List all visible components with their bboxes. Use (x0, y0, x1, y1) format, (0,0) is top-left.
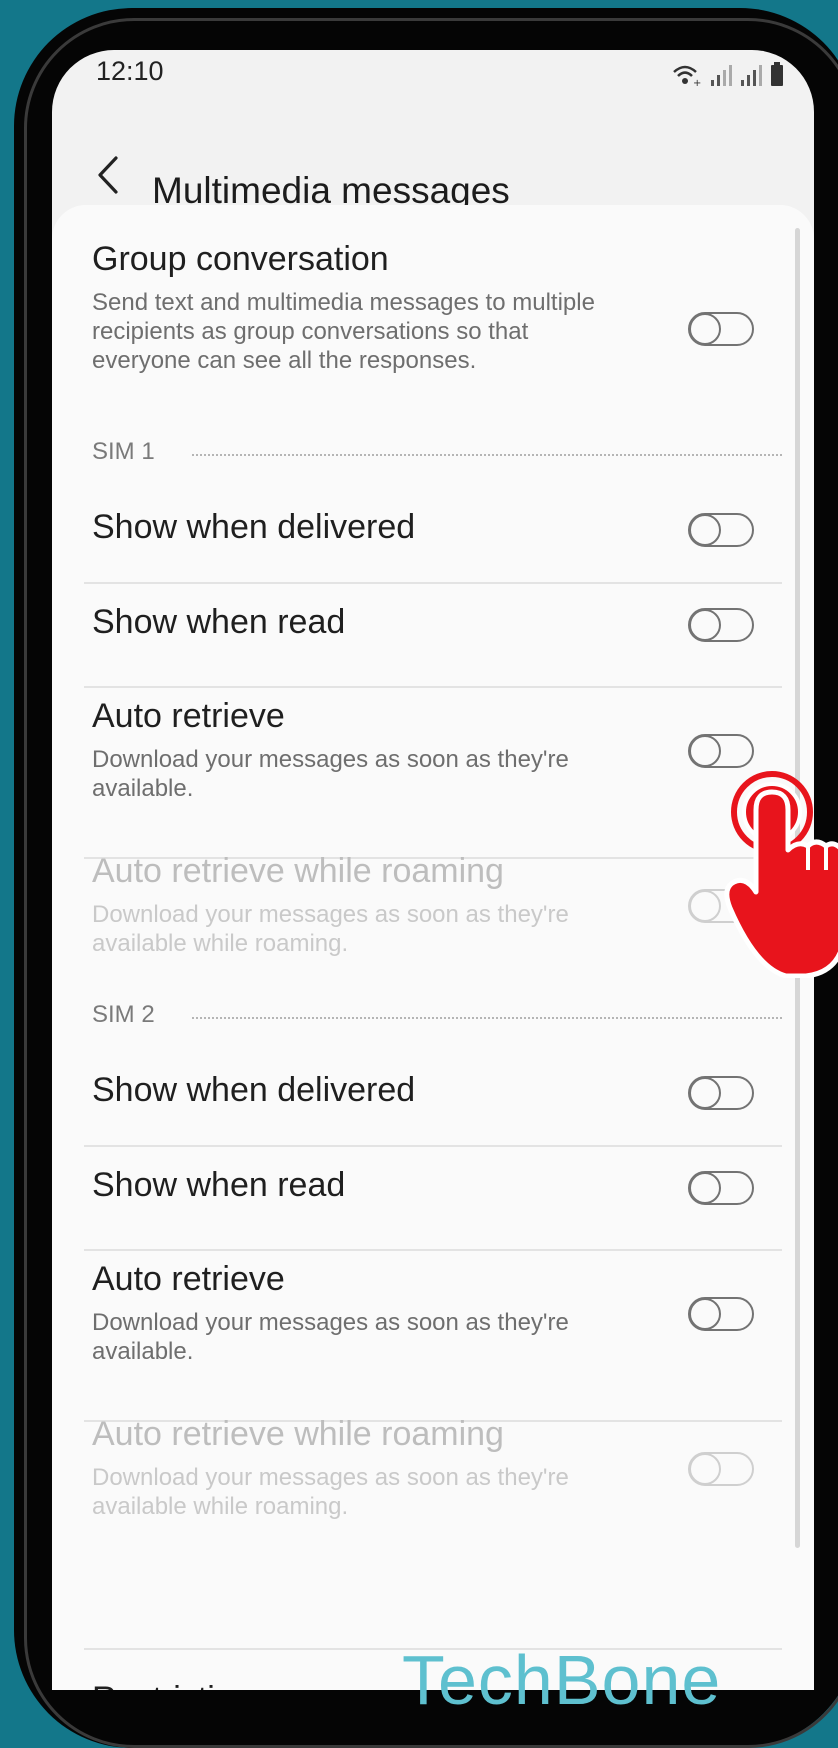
divider (84, 582, 782, 584)
setting-title: Show when read (92, 603, 346, 641)
sim1-auto-retrieve[interactable]: Auto retrieve Download your messages as … (92, 697, 754, 807)
setting-description: Send text and multimedia messages to mul… (92, 289, 595, 374)
status-bar: 12:10 + (52, 50, 814, 100)
sim1-auto-retrieve-roaming: Auto retrieve while roaming Download you… (92, 852, 754, 962)
sim2-auto-retrieve[interactable]: Auto retrieve Download your messages as … (92, 1260, 754, 1370)
sim1-read-toggle[interactable] (688, 608, 754, 642)
watermark: TechBone (402, 1641, 722, 1719)
setting-title: Auto retrieve while roaming (92, 1415, 504, 1453)
svg-text:+: + (693, 78, 701, 86)
back-button[interactable] (88, 150, 128, 200)
sim1-show-when-read[interactable]: Show when read (92, 603, 754, 663)
section-label: SIM 2 (92, 1001, 155, 1028)
section-divider (192, 1017, 782, 1019)
sim2-auto-retrieve-toggle[interactable] (688, 1297, 754, 1331)
setting-group-conversation[interactable]: Group conversation Send text and multime… (92, 240, 754, 390)
divider (84, 1145, 782, 1147)
sim2-roaming-toggle (688, 1452, 754, 1486)
sim1-delivered-toggle[interactable] (688, 513, 754, 547)
toggle-knob (689, 1172, 721, 1204)
divider (84, 686, 782, 688)
setting-restrictions[interactable]: Restrictions (92, 1680, 270, 1690)
sim2-read-toggle[interactable] (688, 1171, 754, 1205)
sim2-auto-retrieve-roaming: Auto retrieve while roaming Download you… (92, 1415, 754, 1525)
signal-sim1-icon (711, 65, 732, 86)
toggle-knob (689, 313, 721, 345)
toggle-knob (689, 1077, 721, 1109)
section-header-sim2: SIM 2 (92, 1001, 782, 1031)
status-icons: + (672, 58, 784, 86)
section-divider (192, 454, 782, 456)
wifi-calling-icon: + (673, 65, 701, 86)
setting-description: Download your messages as soon as they'r… (92, 1309, 569, 1365)
setting-title: Auto retrieve while roaming (92, 852, 504, 890)
setting-title: Show when read (92, 1166, 346, 1204)
signal-sim2-icon (741, 65, 762, 86)
toggle-knob (689, 609, 721, 641)
section-header-sim1: SIM 1 (92, 438, 782, 468)
sim2-show-when-read[interactable]: Show when read (92, 1166, 754, 1226)
chevron-left-icon (98, 156, 118, 194)
sim2-delivered-toggle[interactable] (688, 1076, 754, 1110)
setting-title: Auto retrieve (92, 697, 285, 735)
setting-title: Show when delivered (92, 508, 416, 546)
section-label: SIM 1 (92, 438, 155, 465)
setting-description: Download your messages as soon as they'r… (92, 1464, 569, 1520)
sim1-show-when-delivered[interactable]: Show when delivered (92, 508, 754, 568)
toggle-knob (689, 1453, 721, 1485)
phone-screen: 12:10 + Multimedia messages Group conver… (52, 50, 814, 1690)
toggle-knob (689, 514, 721, 546)
sim2-show-when-delivered[interactable]: Show when delivered (92, 1071, 754, 1131)
setting-title: Group conversation (92, 240, 389, 278)
group-conversation-toggle[interactable] (688, 312, 754, 346)
toggle-knob (689, 1298, 721, 1330)
setting-title: Show when delivered (92, 1071, 416, 1109)
setting-description: Download your messages as soon as they'r… (92, 746, 569, 802)
divider (84, 1249, 782, 1251)
status-time: 12:10 (96, 56, 164, 86)
tap-pointer-icon (724, 771, 838, 978)
battery-icon (771, 62, 783, 86)
setting-title: Auto retrieve (92, 1260, 285, 1298)
setting-description: Download your messages as soon as they'r… (92, 901, 569, 957)
